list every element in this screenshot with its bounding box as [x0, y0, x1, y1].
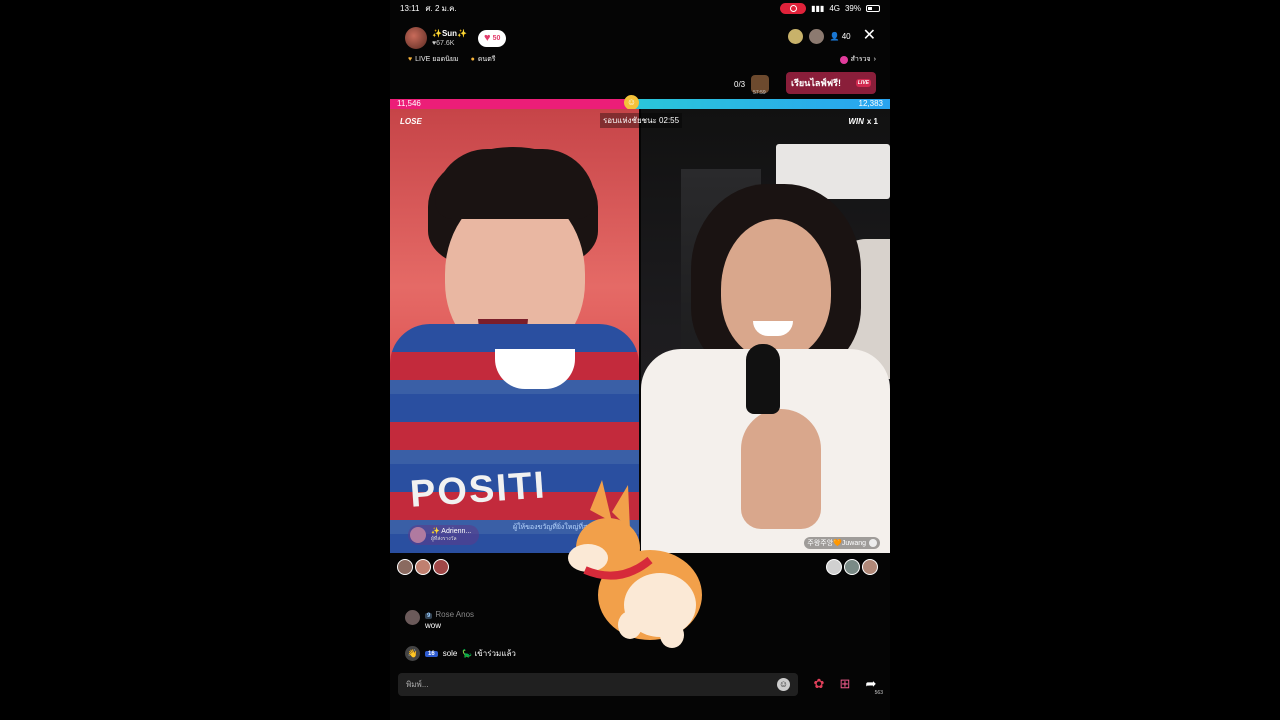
left-result-label: LOSE — [400, 117, 422, 126]
left-top-viewers — [397, 559, 449, 575]
share-icon[interactable]: ➦ 563 — [862, 675, 883, 696]
music-icon: ● — [470, 56, 475, 63]
screen-record-icon — [780, 2, 807, 14]
host-name: ✨Sun✨ — [432, 28, 468, 38]
share-count: 563 — [874, 690, 883, 696]
level-badge: 16 — [425, 650, 438, 657]
follow-heart-button[interactable]: ♥ 50 — [478, 29, 507, 47]
explore-label: สำรวจ — [850, 56, 871, 63]
right-result-label: WIN — [848, 117, 864, 126]
host-info: ✨Sun✨ ♥67.6K — [432, 29, 467, 48]
left-score-fill — [390, 99, 632, 109]
chat-avatar[interactable] — [405, 610, 420, 625]
contributor-avatar — [410, 527, 426, 543]
right-score-fill — [632, 99, 890, 109]
banner-text: เรียนไลฟ์ฟรี! — [791, 78, 841, 88]
viewer-avatar[interactable] — [415, 559, 431, 575]
host-avatar[interactable] — [405, 27, 427, 49]
viewer-avatar[interactable] — [433, 559, 449, 575]
live-tags: ♥ LIVE ยอดนิยม ● ดนตรี — [408, 54, 496, 65]
explore-icon — [839, 55, 848, 64]
viewer-count[interactable]: 👤 40 — [830, 32, 851, 41]
banner-logo: LIVE — [855, 79, 871, 87]
battery-percent: 39% — [844, 3, 861, 13]
top-viewer-avatar[interactable] — [808, 28, 824, 44]
explore-link[interactable]: สำรวจ › — [839, 54, 876, 65]
bottom-actions: ✿ ⊞ ➦ 563 — [810, 675, 883, 696]
contributor-name: ✨ Adrienn... — [431, 528, 472, 535]
host-followers: ♥67.6K — [432, 39, 455, 47]
flame-icon: ♥ — [408, 56, 413, 63]
opponent-name: 주왕주앙🧡Juwang — [807, 540, 866, 547]
viewer-avatar[interactable] — [844, 559, 860, 575]
join-text: 🦕 เข้าร่วมแล้ว — [462, 649, 516, 658]
goal-progress: 0/3 — [734, 79, 746, 89]
chat-text: wow — [425, 621, 442, 630]
signal-icon: ▮▮▮ — [811, 3, 825, 13]
status-bar: 13:11 ศ. 2 ม.ค. ▮▮▮ 4G 39% — [390, 0, 890, 16]
screen-backdrop: 13:11 ศ. 2 ม.ค. ▮▮▮ 4G 39% ✨Sun✨ ♥67.6K … — [0, 0, 1280, 720]
opponent-name-tag[interactable]: 주왕주앙🧡Juwang — [804, 537, 880, 549]
viewer-avatar[interactable] — [862, 559, 878, 575]
battle-score-bar: 11,546 12,383 ☺ — [390, 95, 890, 110]
rose-gift-icon[interactable]: ✿ — [810, 675, 828, 693]
status-right: ▮▮▮ 4G 39% — [780, 2, 880, 14]
chevron-right-icon: › — [873, 56, 876, 63]
battle-emoji-icon: ☺ — [624, 95, 639, 110]
join-user: sole — [442, 649, 458, 658]
host-card[interactable]: ✨Sun✨ ♥67.6K ♥ 50 — [405, 27, 507, 49]
left-score: 11,546 — [397, 99, 421, 108]
tag-popular[interactable]: ♥ LIVE ยอดนิยม — [408, 54, 459, 65]
left-streamer-fringe — [435, 149, 595, 219]
emoji-icon[interactable]: ☺ — [777, 678, 790, 691]
left-streamer-collar — [495, 349, 575, 389]
microphone — [746, 344, 780, 414]
gift-goal[interactable]: 0/3 57:59 — [734, 75, 770, 96]
right-score: 12,383 — [858, 99, 883, 108]
viewer-avatar[interactable] — [826, 559, 842, 575]
win-multiplier: x 1 — [866, 117, 878, 126]
right-result: WIN x 1 — [848, 117, 878, 126]
round-timer: รอบแห่งชัยชนะ 02:55 — [600, 113, 683, 128]
heart-icon: ♥ — [484, 32, 491, 44]
chat-message[interactable]: 9 Rose Anos wow — [405, 610, 474, 630]
tag-music[interactable]: ● ดนตรี — [471, 54, 496, 65]
wave-icon: 👋 — [405, 646, 420, 661]
status-date: ศ. 2 ม.ค. — [425, 3, 457, 13]
join-notice: 👋 16 sole 🦕 เข้าร่วมแล้ว — [405, 646, 516, 661]
contributor-sub: ผู้ที่ส่งรางวัล — [431, 536, 457, 542]
battery-icon — [866, 4, 880, 12]
viewer-avatar[interactable] — [397, 559, 413, 575]
comment-input[interactable]: พิมพ์... ☺ — [398, 673, 798, 696]
level-badge: 9 — [425, 613, 433, 619]
heart-badge-count: 50 — [492, 34, 501, 42]
corgi-gift-animation — [568, 480, 702, 648]
close-icon[interactable]: ✕ — [863, 28, 876, 44]
status-time: 13:11 — [400, 3, 420, 13]
comment-placeholder: พิมพ์... — [406, 680, 429, 689]
promo-banner[interactable]: เรียนไลฟ์ฟรี! LIVE — [786, 72, 876, 94]
top-viewer-avatar[interactable] — [787, 28, 803, 44]
top-right-controls: 👤 40 ✕ — [787, 28, 876, 44]
tiktok-live-view: 13:11 ศ. 2 ม.ค. ▮▮▮ 4G 39% ✨Sun✨ ♥67.6K … — [390, 0, 890, 720]
chat-user: 9 Rose Anos — [425, 610, 475, 619]
opponent-follow-icon[interactable] — [869, 539, 877, 547]
top-contributor-tag[interactable]: ✨ Adrienn... ผู้ที่ส่งรางวัล — [408, 525, 480, 545]
gift-timer: 57:59 — [753, 90, 766, 96]
right-streamer-hand — [741, 409, 821, 529]
gift-icon: 57:59 — [751, 75, 770, 96]
gift-box-icon[interactable]: ⊞ — [836, 675, 854, 693]
right-streamer-face — [721, 219, 831, 359]
network-type: 4G — [829, 3, 840, 13]
right-top-viewers — [826, 559, 878, 575]
